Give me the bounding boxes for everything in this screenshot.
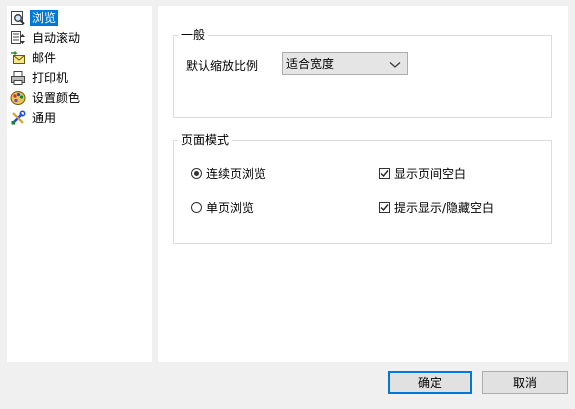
radio-indicator xyxy=(191,167,202,179)
zoom-dropdown[interactable]: 适合宽度 xyxy=(282,52,408,75)
chevron-down-icon xyxy=(388,59,402,69)
sidebar-item-label: 浏览 xyxy=(30,10,59,26)
toggle-page-gap-checkbox[interactable]: 提示显示/隐藏空白 xyxy=(379,199,494,215)
group-title: 页面模式 xyxy=(181,133,230,147)
sidebar-item-label: 通用 xyxy=(32,111,57,125)
checkbox-indicator xyxy=(379,167,390,179)
sidebar-item-label: 邮件 xyxy=(32,51,57,65)
sidebar-item-colors[interactable]: 设置颜色 xyxy=(10,89,82,107)
sidebar-item-mail[interactable]: 邮件 xyxy=(10,49,58,67)
sidebar-item-label: 设置颜色 xyxy=(32,91,81,105)
cancel-button[interactable]: 取消 xyxy=(482,371,568,394)
radio-label: 单页浏览 xyxy=(206,200,255,215)
settings-panel: 一般 默认缩放比例 适合宽度 页面模式 连续页浏览 单页浏览 显示页间空白 提示… xyxy=(158,6,568,362)
mail-icon xyxy=(10,50,26,66)
sidebar-item-browse[interactable]: 浏览 xyxy=(10,9,59,27)
zoom-dropdown-value: 适合宽度 xyxy=(286,57,335,71)
sidebar-item-label: 打印机 xyxy=(32,71,69,85)
zoom-label: 默认缩放比例 xyxy=(186,59,259,73)
radio-label: 连续页浏览 xyxy=(206,166,267,181)
magnifier-page-icon xyxy=(10,10,26,26)
category-tree[interactable]: 浏览 自动滚动 邮件 打印机 设置颜色 通用 xyxy=(7,6,152,362)
checkbox-indicator xyxy=(379,201,390,213)
single-page-radio[interactable]: 单页浏览 xyxy=(191,199,254,215)
color-palette-icon xyxy=(10,90,26,106)
checkbox-label: 显示页间空白 xyxy=(394,166,467,181)
radio-indicator xyxy=(191,201,202,213)
sidebar-item-label: 自动滚动 xyxy=(32,31,81,45)
page-mode-group: 页面模式 xyxy=(173,133,552,244)
sidebar-item-auto-scroll[interactable]: 自动滚动 xyxy=(10,29,82,47)
ok-button[interactable]: 确定 xyxy=(388,371,472,394)
sidebar-item-printer[interactable]: 打印机 xyxy=(10,69,70,87)
show-page-gap-checkbox[interactable]: 显示页间空白 xyxy=(379,165,466,181)
auto-scroll-icon xyxy=(10,30,26,46)
checkmark-icon xyxy=(380,169,389,177)
checkmark-icon xyxy=(380,203,389,211)
continuous-page-radio[interactable]: 连续页浏览 xyxy=(191,165,266,181)
tools-icon xyxy=(10,110,26,126)
printer-icon xyxy=(10,70,26,86)
sidebar-item-general[interactable]: 通用 xyxy=(10,109,58,127)
checkbox-label: 提示显示/隐藏空白 xyxy=(394,200,495,215)
group-title: 一般 xyxy=(181,28,206,42)
radio-selected-dot xyxy=(194,170,199,176)
